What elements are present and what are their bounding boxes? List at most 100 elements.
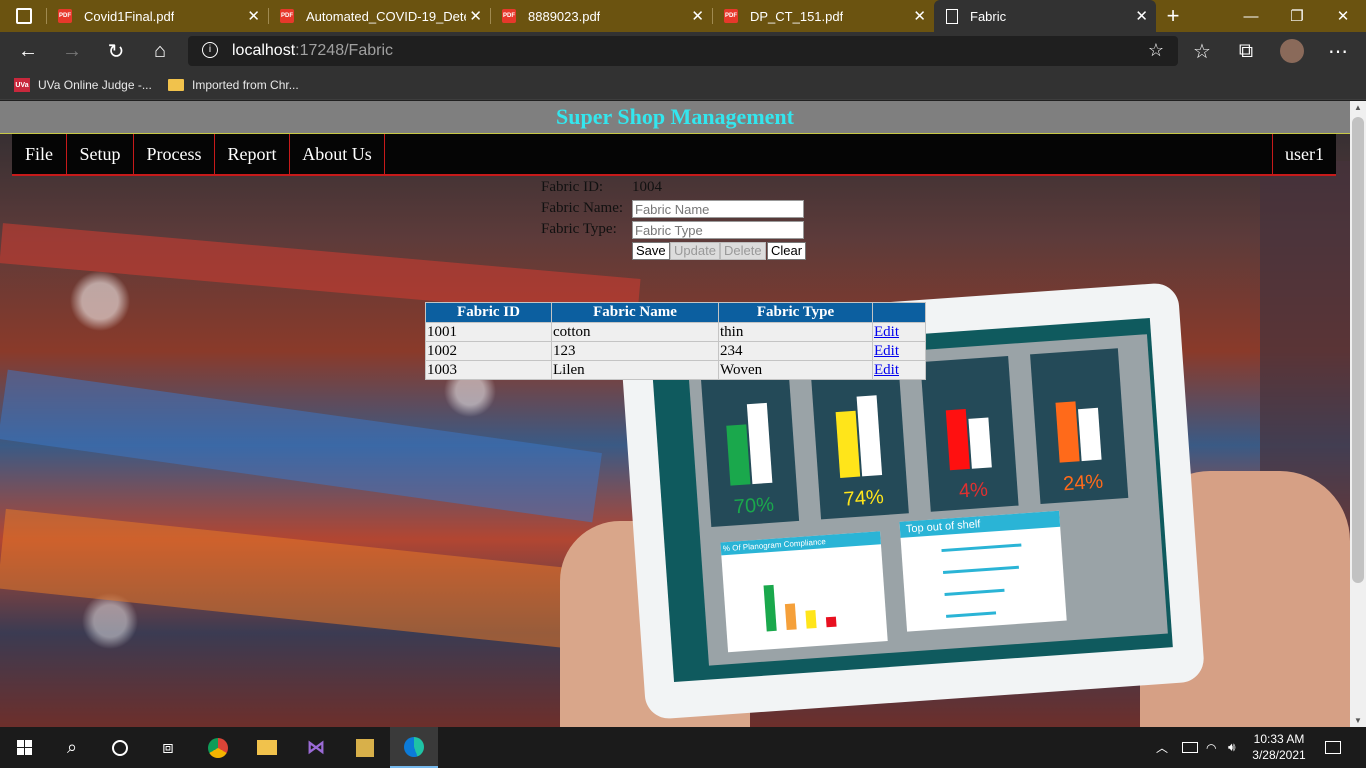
close-tab-icon[interactable]: ✕ xyxy=(691,7,704,25)
tab-title: 8889023.pdf xyxy=(528,8,601,24)
user-menu[interactable]: user1 xyxy=(1272,134,1336,174)
tab-title: Fabric xyxy=(970,8,1007,24)
forward-arrow-icon: → xyxy=(62,39,82,62)
scrollbar-thumb[interactable] xyxy=(1352,117,1364,583)
app-taskbar-button[interactable] xyxy=(341,727,389,768)
add-favorite-icon[interactable]: ☆ xyxy=(1148,40,1164,61)
network-indicator[interactable]: ◠ xyxy=(1206,727,1216,768)
close-tab-icon[interactable]: ✕ xyxy=(247,7,260,25)
file-explorer-button[interactable] xyxy=(243,727,291,768)
profile-button[interactable] xyxy=(1278,38,1306,64)
tablet-percent: 24% xyxy=(1062,470,1104,496)
minimize-icon: — xyxy=(1243,7,1259,25)
cell-fabric-type: thin xyxy=(718,322,873,342)
background-shelf xyxy=(0,508,623,654)
edit-link[interactable]: Edit xyxy=(872,341,926,361)
close-icon: ✕ xyxy=(1336,8,1350,25)
close-tab-icon[interactable]: ✕ xyxy=(1135,7,1148,25)
cell-fabric-name: cotton xyxy=(551,322,719,342)
visual-studio-button[interactable]: ⋈ xyxy=(292,727,340,768)
browser-tab[interactable]: PDF Automated_COVID-19_Detect ✕ xyxy=(268,0,490,32)
back-arrow-icon: ← xyxy=(18,39,38,62)
background-shelf xyxy=(0,369,602,523)
refresh-button[interactable]: ↻ xyxy=(102,38,130,64)
scroll-up-icon[interactable]: ▲ xyxy=(1354,103,1362,112)
pdf-icon: PDF xyxy=(58,9,72,23)
table-row: 1001 cotton thin Edit xyxy=(425,322,926,342)
fabric-name-input[interactable] xyxy=(632,200,804,218)
forward-button[interactable]: → xyxy=(58,38,86,64)
favorite-label: UVa Online Judge -... xyxy=(38,78,152,92)
browser-tab-active[interactable]: Fabric ✕ xyxy=(934,0,1156,32)
notification-icon xyxy=(1325,741,1341,754)
tab-title: Covid1Final.pdf xyxy=(84,8,175,24)
close-window-button[interactable]: ✕ xyxy=(1320,0,1366,32)
notifications-button[interactable] xyxy=(1322,727,1344,768)
menu-item-setup[interactable]: Setup xyxy=(67,134,134,174)
cell-fabric-id: 1003 xyxy=(425,360,552,380)
new-tab-button[interactable]: + xyxy=(1158,0,1188,32)
close-tab-icon[interactable]: ✕ xyxy=(469,7,482,25)
taskbar: ⌕ ⧈ ⋈ ︿ ◠ 🔊︎ 10:33 AM 3/28/2021 xyxy=(0,727,1366,768)
settings-menu-button[interactable]: ⋯ xyxy=(1324,38,1352,64)
chrome-taskbar-button[interactable] xyxy=(194,727,242,768)
fabric-table: Fabric ID Fabric Name Fabric Type 1001 c… xyxy=(425,302,926,380)
favorites-button[interactable]: ☆ xyxy=(1188,38,1216,64)
clear-button[interactable]: Clear xyxy=(767,242,807,260)
more-icon: ⋯ xyxy=(1328,40,1348,63)
menu-item-process[interactable]: Process xyxy=(134,134,215,174)
plus-icon: + xyxy=(1166,3,1180,28)
wifi-icon: ◠ xyxy=(1206,740,1217,755)
collections-button[interactable]: ⧉ xyxy=(1232,38,1260,64)
save-button[interactable]: Save xyxy=(632,242,670,260)
page-scrollbar[interactable]: ▲ ▼ xyxy=(1350,101,1366,727)
start-button[interactable] xyxy=(0,727,48,768)
tablet-panel: 4% xyxy=(920,355,1019,512)
clock[interactable]: 10:33 AM 3/28/2021 xyxy=(1248,731,1310,763)
favorites-bar: UVa UVa Online Judge -... Imported from … xyxy=(0,70,1366,100)
address-bar-row: ← → ↻ ⌂ i localhost:17248/Fabric ☆ ☆ ⧉ ⋯ xyxy=(0,32,1366,70)
info-icon: i xyxy=(202,42,218,58)
favorite-folder[interactable]: Imported from Chr... xyxy=(168,76,299,94)
menu-item-report[interactable]: Report xyxy=(215,134,290,174)
visual-studio-icon: ⋈ xyxy=(307,737,325,757)
column-header: Fabric Type xyxy=(718,302,873,323)
tab-actions-button[interactable] xyxy=(0,0,46,32)
edge-taskbar-button[interactable] xyxy=(390,727,438,768)
restore-button[interactable]: ❐ xyxy=(1274,0,1320,32)
scroll-down-icon[interactable]: ▼ xyxy=(1354,716,1362,725)
pdf-icon: PDF xyxy=(724,9,738,23)
search-icon: ⌕ xyxy=(66,737,78,757)
cortana-button[interactable] xyxy=(96,727,144,768)
fabric-type-input[interactable] xyxy=(632,221,804,239)
browser-tab[interactable]: PDF Covid1Final.pdf ✕ xyxy=(46,0,268,32)
search-button[interactable]: ⌕ xyxy=(48,727,96,768)
fabric-id-label: Fabric ID: xyxy=(541,179,604,195)
battery-indicator[interactable] xyxy=(1182,727,1198,768)
browser-tab[interactable]: PDF DP_CT_151.pdf ✕ xyxy=(712,0,934,32)
task-view-button[interactable]: ⧈ xyxy=(144,727,192,768)
favorite-uva[interactable]: UVa UVa Online Judge -... xyxy=(14,76,152,94)
browser-tab[interactable]: PDF 8889023.pdf ✕ xyxy=(490,0,712,32)
edit-link[interactable]: Edit xyxy=(872,360,926,380)
volume-indicator[interactable]: 🔊︎ xyxy=(1228,727,1236,768)
cell-fabric-type: 234 xyxy=(718,341,873,361)
address-input[interactable]: i localhost:17248/Fabric ☆ xyxy=(188,36,1178,66)
show-hidden-icons[interactable]: ︿ xyxy=(1156,727,1168,768)
tablet-percent: 4% xyxy=(958,478,989,503)
close-tab-icon[interactable]: ✕ xyxy=(913,7,926,25)
back-button[interactable]: ← xyxy=(14,38,42,64)
pdf-icon: PDF xyxy=(280,9,294,23)
folder-icon xyxy=(257,740,277,755)
delete-button[interactable]: Delete xyxy=(720,242,766,260)
tablet-list-card: Top out of shelf xyxy=(899,510,1067,632)
home-icon: ⌂ xyxy=(153,39,167,62)
update-button[interactable]: Update xyxy=(670,242,720,260)
tablet-chart-title: % Of Planogram Compliance xyxy=(720,531,881,556)
minimize-button[interactable]: — xyxy=(1228,0,1274,32)
home-button[interactable]: ⌂ xyxy=(146,38,174,64)
edge-icon xyxy=(404,736,424,757)
menu-item-file[interactable]: File xyxy=(12,134,67,174)
edit-link[interactable]: Edit xyxy=(872,322,926,342)
menu-item-about-us[interactable]: About Us xyxy=(290,134,385,174)
